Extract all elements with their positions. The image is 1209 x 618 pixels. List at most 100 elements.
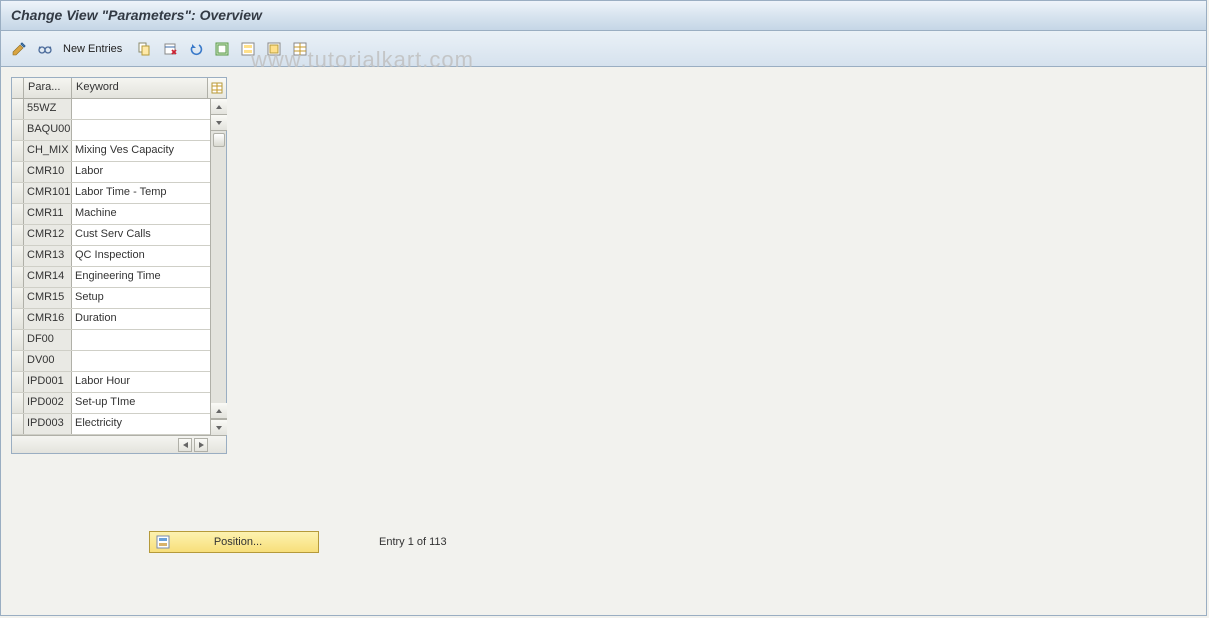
cell-param[interactable]: CMR11 [24,204,72,224]
table-row[interactable]: CMR11 Machine [12,204,226,225]
cell-keyword[interactable]: Mixing Ves Capacity [72,141,226,161]
cell-param[interactable]: IPD002 [24,393,72,413]
table-header: Para... Keyword [12,78,226,99]
cell-param[interactable]: CMR16 [24,309,72,329]
table-row[interactable]: IPD002 Set-up TIme [12,393,226,414]
cell-keyword[interactable]: QC Inspection [72,246,226,266]
row-selector[interactable] [12,330,24,350]
row-selector[interactable] [12,414,24,434]
cell-param[interactable]: CMR10 [24,162,72,182]
cell-keyword[interactable]: Setup [72,288,226,308]
content-area: Para... Keyword 55WZ BAQU00 [1,67,1206,464]
cell-keyword[interactable]: Electricity [72,414,226,434]
cell-param[interactable]: CMR13 [24,246,72,266]
table-row[interactable]: IPD003 Electricity [12,414,226,435]
row-selector[interactable] [12,141,24,161]
scroll-thumb[interactable] [213,133,225,147]
parameters-table: Para... Keyword 55WZ BAQU00 [11,77,227,454]
cell-param[interactable]: CMR101 [24,183,72,203]
change-icon[interactable] [9,39,29,59]
row-selector[interactable] [12,204,24,224]
table-row[interactable]: 55WZ [12,99,226,120]
entry-status-text: Entry 1 of 113 [379,536,447,548]
cell-param[interactable]: 55WZ [24,99,72,119]
table-row[interactable]: IPD001 Labor Hour [12,372,226,393]
vertical-scrollbar[interactable] [210,99,226,435]
table-row[interactable]: CMR12 Cust Serv Calls [12,225,226,246]
cell-keyword[interactable] [72,120,226,140]
cell-keyword[interactable] [72,351,226,371]
position-button-label: Position... [176,536,318,548]
header-select-all[interactable] [12,78,24,98]
config-table-icon[interactable] [290,39,310,59]
row-selector[interactable] [12,246,24,266]
cell-keyword[interactable]: Cust Serv Calls [72,225,226,245]
bottom-row: Position... Entry 1 of 113 [149,531,447,553]
cell-param[interactable]: IPD001 [24,372,72,392]
table-row[interactable]: CH_MIX Mixing Ves Capacity [12,141,226,162]
window-titlebar: Change View "Parameters": Overview [1,1,1206,31]
row-selector[interactable] [12,162,24,182]
cell-keyword[interactable] [72,330,226,350]
row-selector[interactable] [12,372,24,392]
cell-param[interactable]: CMR12 [24,225,72,245]
header-param[interactable]: Para... [24,78,72,98]
cell-keyword[interactable] [72,99,226,119]
row-selector[interactable] [12,351,24,371]
header-keyword[interactable]: Keyword [72,78,208,98]
cell-keyword[interactable]: Set-up TIme [72,393,226,413]
scroll-down-icon[interactable] [211,419,227,435]
cell-keyword[interactable]: Duration [72,309,226,329]
scroll-track[interactable] [211,131,226,403]
cell-keyword[interactable]: Labor Time - Temp [72,183,226,203]
cell-param[interactable]: DV00 [24,351,72,371]
scroll-up-icon[interactable] [211,99,227,115]
column-config-icon[interactable] [208,78,226,98]
cell-param[interactable]: DF00 [24,330,72,350]
row-selector[interactable] [12,393,24,413]
undo-icon[interactable] [186,39,206,59]
cell-keyword[interactable]: Engineering Time [72,267,226,287]
position-button[interactable]: Position... [149,531,319,553]
table-row[interactable]: CMR13 QC Inspection [12,246,226,267]
new-entries-button[interactable]: New Entries [61,43,128,55]
table-row[interactable]: DV00 [12,351,226,372]
scroll-up-end-icon[interactable] [211,403,227,419]
table-row[interactable]: CMR14 Engineering Time [12,267,226,288]
row-selector[interactable] [12,225,24,245]
table-row[interactable]: CMR101 Labor Time - Temp [12,183,226,204]
sap-window: Change View "Parameters": Overview New E… [0,0,1207,616]
select-block-icon[interactable] [238,39,258,59]
cell-keyword[interactable]: Labor Hour [72,372,226,392]
row-selector[interactable] [12,288,24,308]
table-footer [12,435,226,453]
table-row[interactable]: CMR15 Setup [12,288,226,309]
table-row[interactable]: CMR16 Duration [12,309,226,330]
row-selector[interactable] [12,267,24,287]
select-all-icon[interactable] [212,39,232,59]
table-row[interactable]: DF00 [12,330,226,351]
cell-keyword[interactable]: Machine [72,204,226,224]
table-row[interactable]: BAQU00 [12,120,226,141]
cell-param[interactable]: CMR15 [24,288,72,308]
scroll-right-icon[interactable] [194,438,208,452]
cell-param[interactable]: IPD003 [24,414,72,434]
cell-param[interactable]: CH_MIX [24,141,72,161]
deselect-all-icon[interactable] [264,39,284,59]
scroll-down-step-icon[interactable] [211,115,227,131]
cell-param[interactable]: CMR14 [24,267,72,287]
cell-param[interactable]: BAQU00 [24,120,72,140]
row-selector[interactable] [12,183,24,203]
window-title: Change View "Parameters": Overview [11,7,262,23]
row-selector[interactable] [12,309,24,329]
scroll-left-icon[interactable] [178,438,192,452]
row-selector[interactable] [12,99,24,119]
glasses-overview-icon[interactable] [35,39,55,59]
table-row[interactable]: CMR10 Labor [12,162,226,183]
row-selector[interactable] [12,120,24,140]
table-body: 55WZ BAQU00 CH_MIX Mixing Ves Capacity C… [12,99,226,435]
position-icon [154,533,172,551]
cell-keyword[interactable]: Labor [72,162,226,182]
copy-as-icon[interactable] [134,39,154,59]
delete-icon[interactable] [160,39,180,59]
